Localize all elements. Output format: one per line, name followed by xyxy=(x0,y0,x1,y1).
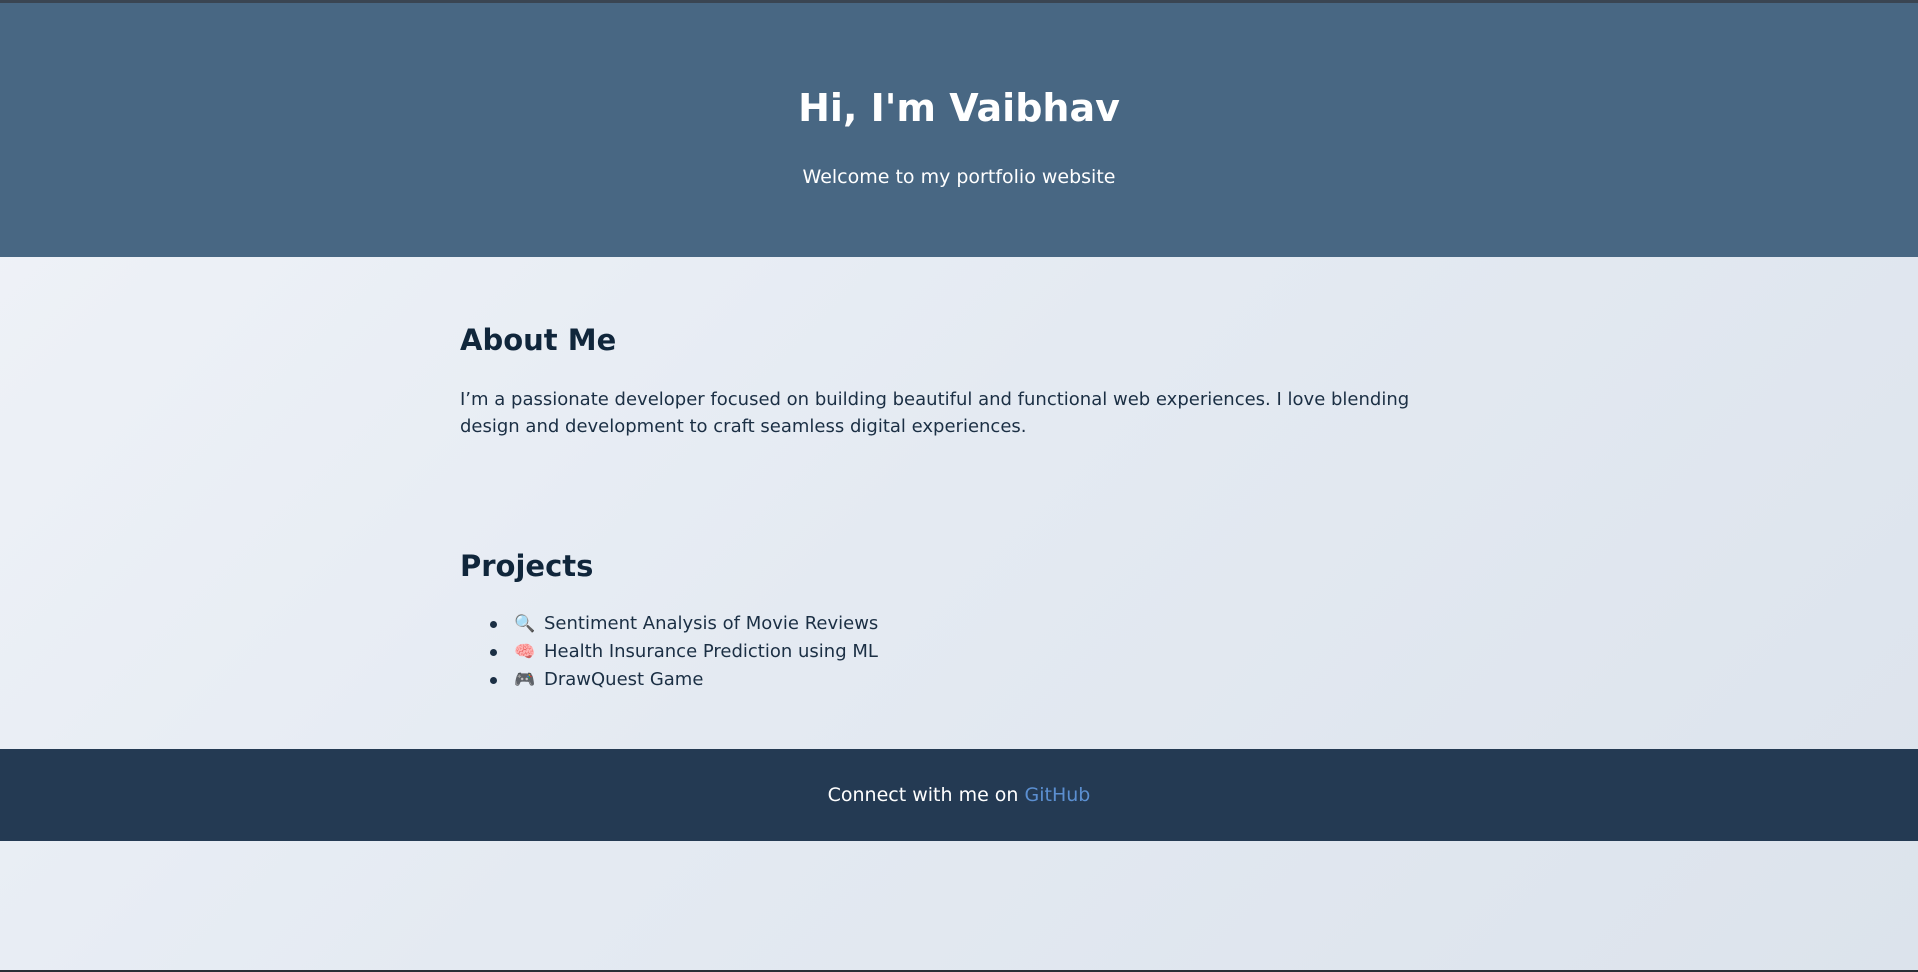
project-item: 🎮 DrawQuest Game xyxy=(460,666,1460,694)
project-label: Health Insurance Prediction using ML xyxy=(544,641,878,662)
footer: Connect with me on GitHub xyxy=(0,749,1918,841)
magnifier-icon: 🔍 xyxy=(514,614,536,634)
bullet-icon xyxy=(490,649,497,656)
project-label: DrawQuest Game xyxy=(544,669,704,690)
project-item: 🔍 Sentiment Analysis of Movie Reviews xyxy=(460,610,1460,638)
project-label: Sentiment Analysis of Movie Reviews xyxy=(544,613,879,634)
projects-section: Projects 🔍 Sentiment Analysis of Movie Re… xyxy=(460,546,1460,694)
page-title: Hi, I'm Vaibhav xyxy=(798,86,1120,130)
page-subtitle: Welcome to my portfolio website xyxy=(802,166,1116,188)
bullet-icon xyxy=(490,677,497,684)
projects-list: 🔍 Sentiment Analysis of Movie Reviews 🧠 He… xyxy=(460,610,1460,694)
project-item: 🧠 Health Insurance Prediction using ML xyxy=(460,638,1460,666)
brain-icon: 🧠 xyxy=(514,642,536,662)
about-section: About Me I’m a passionate developer focu… xyxy=(460,320,1460,440)
about-text: I’m a passionate developer focused on bu… xyxy=(460,389,1410,437)
projects-heading: Projects xyxy=(460,549,594,583)
github-link[interactable]: GitHub xyxy=(1025,784,1091,806)
about-heading: About Me xyxy=(460,323,617,357)
hero-header: Hi, I'm Vaibhav Welcome to my portfolio … xyxy=(0,3,1918,257)
bullet-icon xyxy=(490,621,497,628)
footer-text: Connect with me on xyxy=(827,784,1025,806)
gamepad-icon: 🎮 xyxy=(514,670,536,690)
